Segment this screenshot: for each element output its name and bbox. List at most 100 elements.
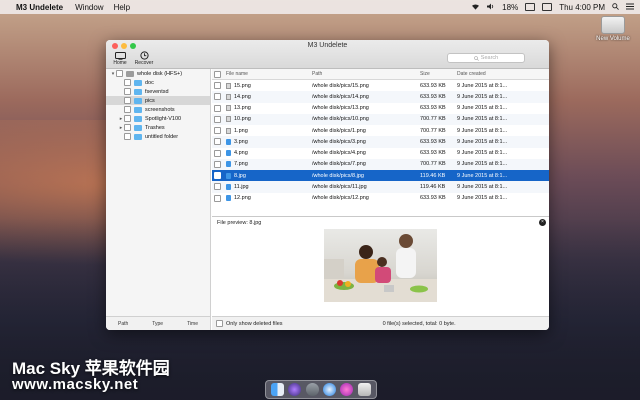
close-preview-icon[interactable]: × [539,219,546,226]
png-file-icon [226,105,231,112]
finder-icon[interactable] [271,383,285,396]
menu-help[interactable]: Help [114,3,130,12]
battery-percent: 18% [502,2,519,12]
column-path[interactable]: Path [312,71,420,77]
status-bar: Only show deleted files 0 file(s) select… [212,316,549,330]
file-size: 700.77 KB [420,116,446,123]
sidebar-item-fseventsd[interactable]: fseventsd [106,87,210,96]
menu-window[interactable]: Window [75,3,103,12]
file-size: 633.93 KB [420,93,446,100]
app-menu[interactable]: M3 Undelete [16,3,63,12]
sort-by-path-button[interactable]: Path [118,321,128,327]
title-bar[interactable]: M3 Undelete Home Recover Search [106,40,549,69]
recover-button[interactable]: Recover [134,51,154,66]
table-row[interactable]: 1.png/whole disk/pics/1.png 700.77 KB 9 Ju… [212,125,549,136]
file-pane: File name Path Size Date created 15.png /… [212,69,549,330]
table-row[interactable]: 3.png/whole disk/pics/3.png 633.93 KB 9 Ju… [212,136,549,148]
sidebar-item-untitled-folder[interactable]: untitled folder [106,132,210,141]
row-checkbox[interactable] [214,138,221,146]
file-path: /whole disk/pics/1.png [312,127,366,134]
sort-by-type-button[interactable]: Type [152,321,163,327]
table-row[interactable]: 7.png/whole disk/pics/7.png 700.77 KB 9 Ju… [212,158,549,170]
row-checkbox[interactable] [214,104,221,112]
volume-icon[interactable] [487,3,495,12]
desktop-volume[interactable]: New Volume [591,16,635,42]
row-checkbox[interactable] [214,149,221,157]
folder-checkbox[interactable] [124,88,131,95]
spotlight-icon[interactable] [612,2,619,12]
sort-by-time-button[interactable]: Time [187,321,198,327]
row-checkbox[interactable] [214,172,221,180]
search-field[interactable]: Search [447,53,525,63]
folder-checkbox[interactable] [124,97,131,104]
preview-label: File preview: 8.jpg [217,220,262,226]
file-path: /whole disk/pics/8.jpg [312,172,364,179]
row-checkbox[interactable] [214,183,221,191]
folder-checkbox[interactable] [124,115,131,122]
table-row[interactable]: 10.png/whole disk/pics/10.png 700.77 KB 9 … [212,113,549,125]
safari-icon[interactable] [323,383,337,396]
column-date-created[interactable]: Date created [457,71,549,77]
file-date: 9 June 2015 at 8:1... [457,105,508,112]
search-placeholder: Search [480,55,499,61]
file-size: 633.93 KB [420,82,446,89]
wifi-icon[interactable] [471,3,480,12]
sidebar-item-spotlight-v100[interactable]: ▸ Spotlight-V100 [106,114,210,123]
row-checkbox[interactable] [214,194,221,202]
sort-bar: Path Type Time [106,316,210,330]
file-date: 9 June 2015 at 8:1... [457,138,508,145]
table-row[interactable]: 12.png/whole disk/pics/12.png 633.93 KB 9 … [212,193,549,204]
folder-checkbox[interactable] [124,133,131,140]
row-checkbox[interactable] [214,127,221,135]
table-row[interactable]: 8.jpg/whole disk/pics/8.jpg 119.46 KB 9 Ju… [212,170,549,182]
clock[interactable]: Thu 4:00 PM [559,3,605,12]
only-deleted-label[interactable]: Only show deleted files [226,321,283,327]
folder-icon [134,115,142,122]
sidebar-item-trashes[interactable]: ▸ Trashes [106,123,210,132]
siri-icon[interactable] [288,383,302,396]
home-button[interactable]: Home [110,51,130,66]
row-checkbox[interactable] [214,82,221,90]
table-row[interactable]: 14.png/whole disk/pics/14.png 633.93 KB 9 … [212,91,549,103]
folder-checkbox[interactable] [124,79,131,86]
battery-icon[interactable] [525,3,536,11]
selection-summary: 0 file(s) selected, total: 0 byte. [382,320,456,327]
sidebar-item-screenshots[interactable]: screenshots [106,105,210,114]
file-name: 13.png [234,105,251,112]
row-checkbox[interactable] [214,93,221,101]
folder-checkbox[interactable] [124,124,131,131]
sidebar-item-doc[interactable]: doc [106,78,210,87]
launchpad-icon[interactable] [305,383,319,396]
file-date: 9 June 2015 at 8:1... [457,150,508,157]
file-name: 14.png [234,93,251,100]
jpg-file-icon [226,183,231,190]
table-row[interactable]: 13.png/whole disk/pics/13.png 633.93 KB 9 … [212,103,549,114]
file-path: /whole disk/pics/14.png [312,93,369,100]
sidebar-item-label: screenshots [145,106,175,113]
table-row[interactable]: 4.png/whole disk/pics/4.png 633.93 KB 9 Ju… [212,148,549,159]
file-date: 9 June 2015 at 8:1... [457,183,508,190]
file-size: 119.46 KB [420,172,446,179]
notification-center-icon[interactable] [626,3,634,12]
file-preview: File preview: 8.jpg × [212,216,549,318]
folder-checkbox[interactable] [116,70,123,77]
file-path: /whole disk/pics/12.png [312,195,369,202]
sidebar-item-pics[interactable]: pics [106,96,210,105]
sidebar-item-label: doc [145,79,154,86]
table-row[interactable]: 15.png/whole disk/pics/15.png 633.93 KB 9 … [212,80,549,91]
trash-icon[interactable] [357,383,371,396]
itunes-icon[interactable] [340,383,354,396]
desktop-volume-label: New Volume [596,36,630,42]
folder-checkbox[interactable] [124,106,131,113]
only-deleted-checkbox[interactable] [216,320,223,327]
file-path: /whole disk/pics/11.jpg [312,183,367,190]
table-row[interactable]: 11.jpg/whole disk/pics/11.jpg 119.46 KB 9 … [212,181,549,193]
sidebar-item-whole-disk-hfs[interactable]: ▾ whole disk (HFS+) [106,69,210,78]
column-file-name[interactable]: File name [226,71,312,77]
row-checkbox[interactable] [214,115,221,123]
row-checkbox[interactable] [214,160,221,168]
select-all-checkbox[interactable] [214,70,221,78]
column-size[interactable]: Size [420,71,457,77]
jpg-file-icon [226,150,231,157]
keyboard-input-icon[interactable] [542,3,553,11]
